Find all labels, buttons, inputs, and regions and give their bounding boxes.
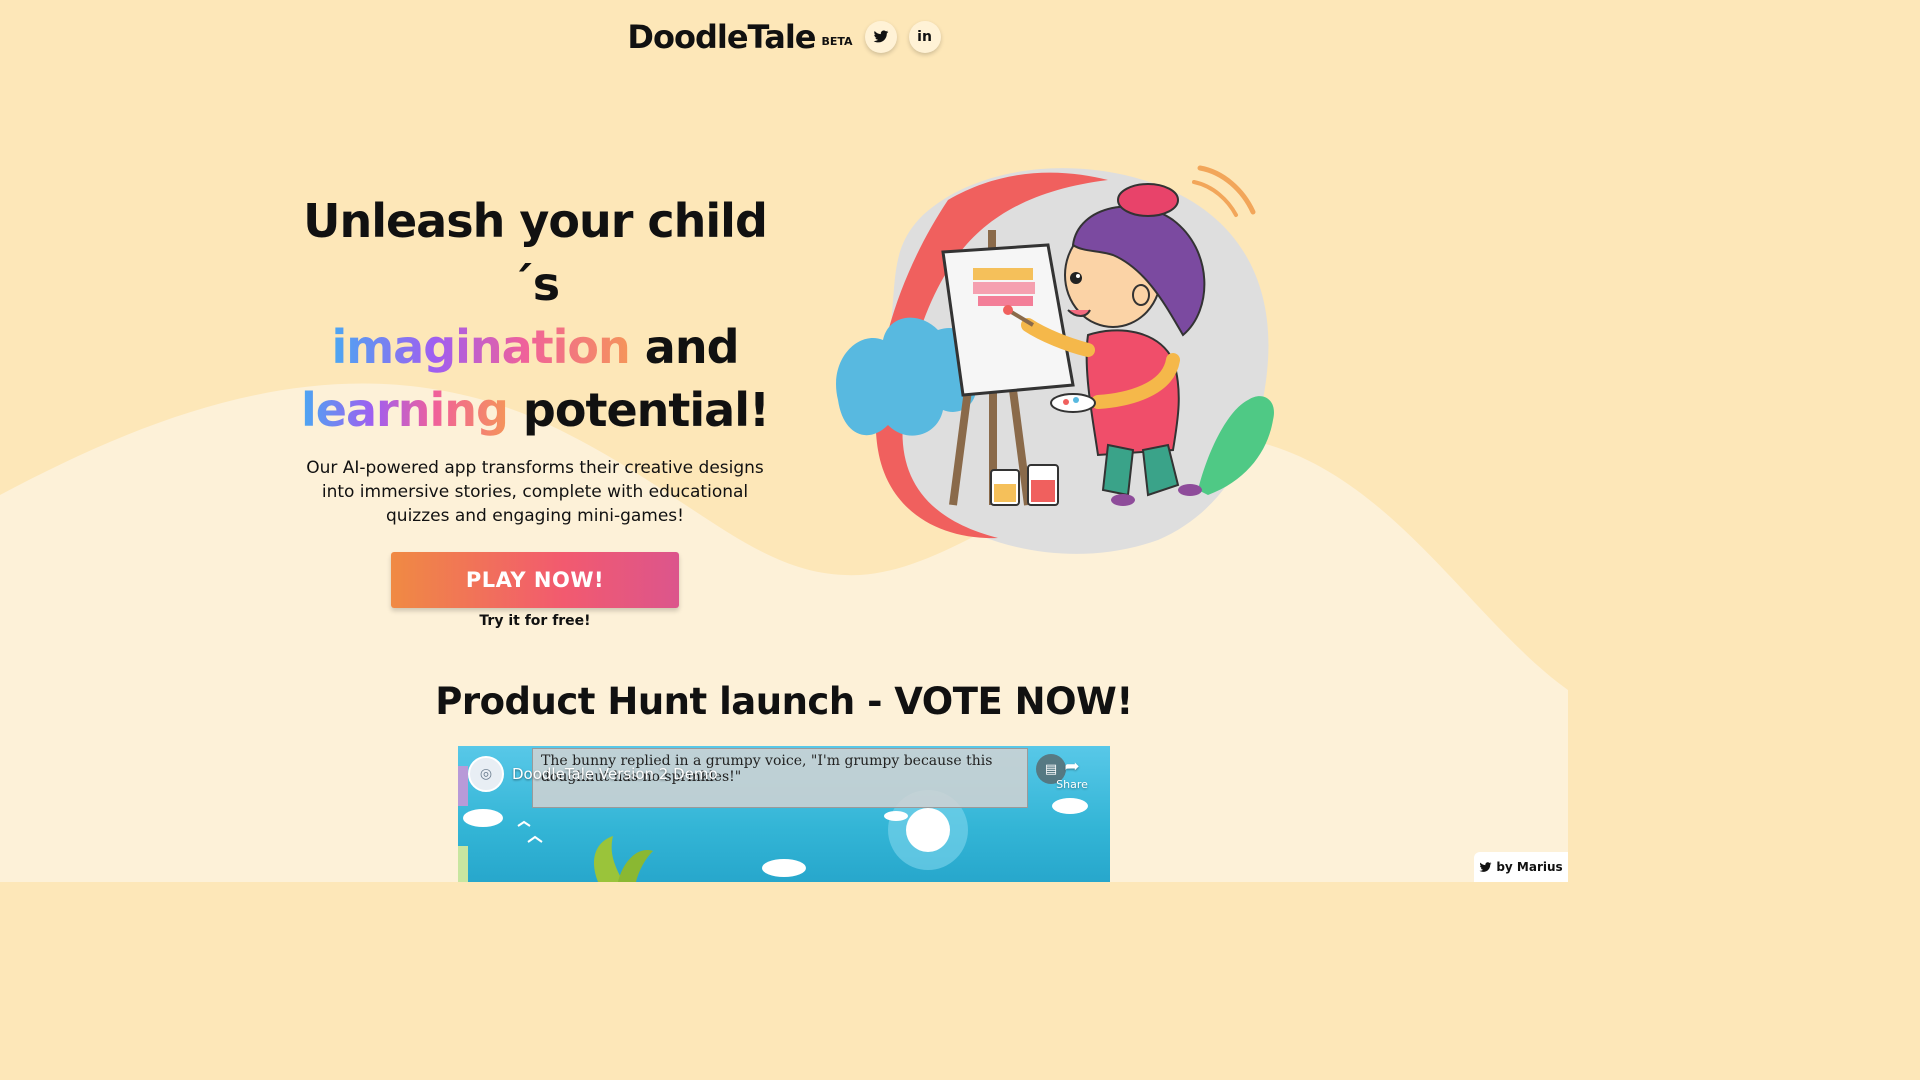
share-icon: ➦ bbox=[1064, 756, 1080, 777]
headline-imagination: imagination bbox=[331, 320, 630, 374]
headline-and: and bbox=[629, 320, 740, 374]
headline-line-1: Unleash your child´s bbox=[303, 194, 768, 311]
brand[interactable]: DoodleTale BETA bbox=[627, 18, 852, 56]
section-title: Product Hunt launch - VOTE NOW! bbox=[435, 680, 1133, 723]
channel-avatar[interactable]: ◎ bbox=[468, 756, 504, 792]
author-badge[interactable]: by Marius bbox=[1474, 852, 1568, 882]
site-header: DoodleTale BETA in bbox=[0, 18, 1568, 56]
linkedin-icon: in bbox=[917, 29, 932, 45]
twitter-icon bbox=[1479, 861, 1492, 872]
child-painting-illustration bbox=[836, 165, 1274, 554]
share-button[interactable]: ➦ Share bbox=[1052, 756, 1092, 791]
hero-text: Unleash your child´s imagination and lea… bbox=[280, 190, 790, 629]
video-player[interactable]: The bunny replied in a grumpy voice, "I'… bbox=[458, 746, 1110, 882]
badge-label: by Marius bbox=[1496, 860, 1563, 874]
play-now-button[interactable]: PLAY NOW! bbox=[391, 552, 679, 608]
headline-potential: potential! bbox=[507, 383, 770, 437]
cta-note: Try it for free! bbox=[479, 613, 591, 629]
share-label: Share bbox=[1056, 778, 1088, 791]
video-title[interactable]: DoodleTale Version 2 Demo bbox=[512, 765, 718, 783]
linkedin-link[interactable]: in bbox=[908, 21, 941, 53]
hero-headline: Unleash your child´s imagination and lea… bbox=[280, 190, 790, 442]
twitter-icon bbox=[873, 30, 888, 43]
video-header: ◎ DoodleTale Version 2 Demo bbox=[468, 756, 718, 792]
twitter-link[interactable] bbox=[864, 21, 897, 53]
logo-text: DoodleTale bbox=[627, 18, 816, 56]
beta-badge: BETA bbox=[821, 35, 853, 48]
headline-learning: learning bbox=[301, 383, 509, 437]
hero-subtext: Our AI-powered app transforms their crea… bbox=[306, 458, 764, 526]
